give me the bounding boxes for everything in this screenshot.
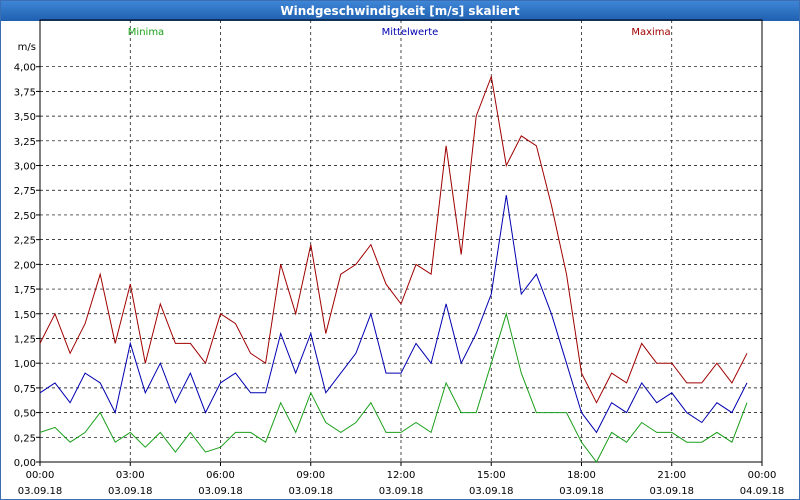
y-tick-label: 1,00 [14,359,36,370]
y-tick-label: 3,25 [14,137,36,148]
x-tick-time: 15:00 [477,470,506,481]
x-tick-date: 03.09.18 [288,486,333,497]
x-tick-time: 06:00 [206,470,235,481]
legend-mittel: Mittelwerte [382,27,439,38]
x-tick-date: 03.09.18 [379,486,424,497]
y-tick-label: 1,50 [14,310,36,321]
y-tick-label: 4,00 [14,63,36,74]
legend: Minima Mittelwerte Maxima [128,27,671,38]
x-tick-date: 03.09.18 [559,486,604,497]
x-tick-date: 03.09.18 [198,486,243,497]
legend-minima: Minima [128,27,164,38]
x-tick-date: 03.09.18 [108,486,153,497]
y-tick-label: 3,50 [14,112,36,123]
series-lines [39,74,748,463]
y-tick-label: 0,75 [14,384,36,395]
y-tick-label: 1,75 [14,285,36,296]
tick-labels: 0,00 0,25 0,50 0,75 1,00 1,25 1,50 1,75 2,00 2,25… [14,42,785,497]
y-tick-label: 0,00 [14,458,36,469]
y-tick-label: 3,00 [14,162,36,173]
axes [36,19,763,466]
legend-maxima: Maxima [631,27,670,38]
x-tick-time: 21:00 [657,470,686,481]
x-tick-time: 12:00 [387,470,416,481]
x-tick-date: 04.09.18 [740,486,785,497]
x-tick-time: 00:00 [26,470,55,481]
y-tick-label: 2,00 [14,260,36,271]
x-tick-time: 00:00 [748,470,777,481]
grid [40,20,762,463]
x-tick-time: 09:00 [296,470,325,481]
x-tick-date: 03.09.18 [649,486,694,497]
x-tick-date: 03.09.18 [18,486,63,497]
wind-chart: 0,00 0,25 0,50 0,75 1,00 1,25 1,50 1,75 2,00 2,25… [14,19,785,497]
x-tick-time: 18:00 [567,470,596,481]
y-axis-unit: m/s [18,42,36,53]
y-tick-label: 0,50 [14,409,36,420]
x-tick-date: 03.09.18 [469,486,514,497]
x-tick-time: 03:00 [116,470,145,481]
y-tick-label: 2,25 [14,236,36,247]
y-tick-label: 3,75 [14,87,36,98]
y-tick-label: 1,25 [14,334,36,345]
y-tick-label: 2,75 [14,186,36,197]
y-tick-label: 0,25 [14,433,36,444]
y-tick-label: 2,50 [14,211,36,222]
